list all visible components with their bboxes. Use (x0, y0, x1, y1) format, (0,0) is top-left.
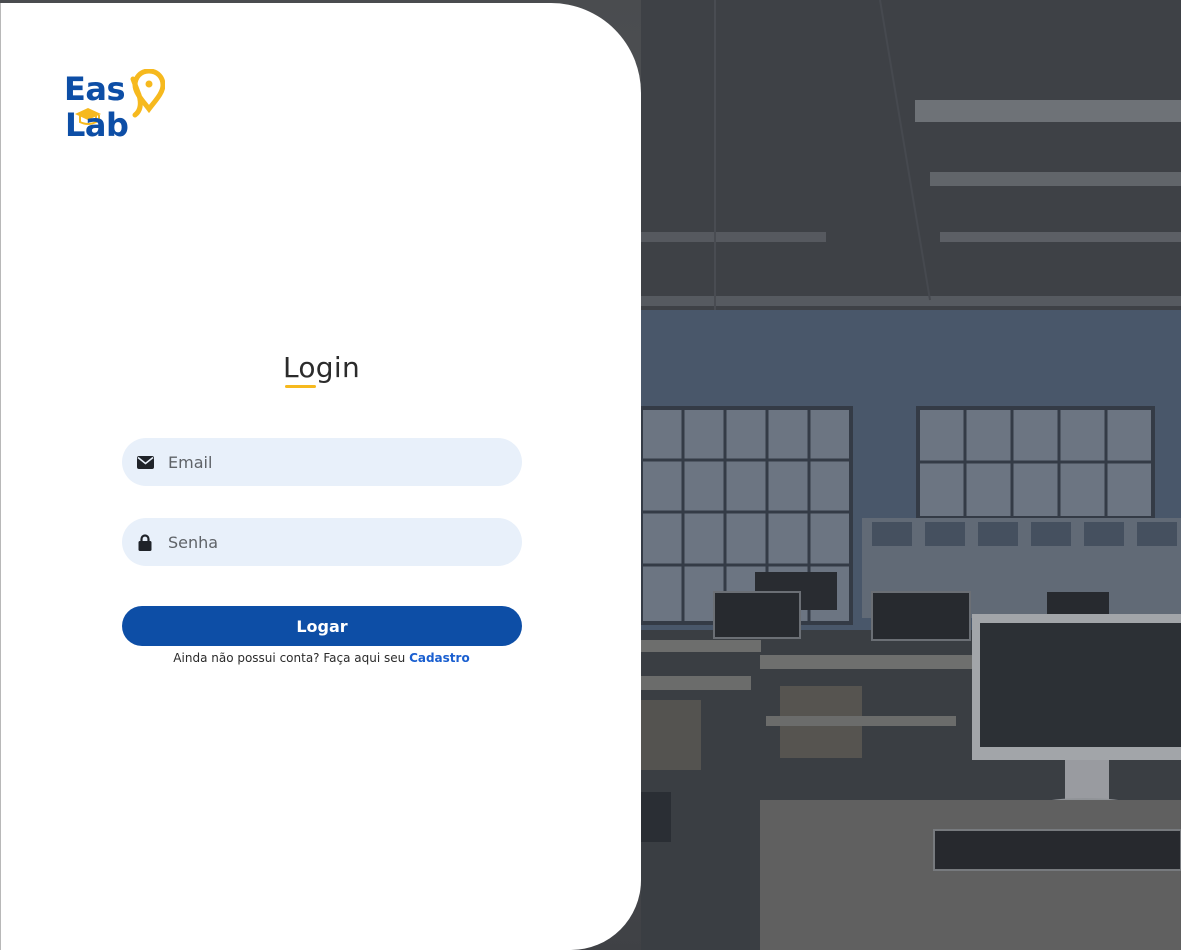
signup-prompt: Ainda não possui conta? Faça aqui seu Ca… (1, 651, 642, 665)
envelope-icon (122, 455, 168, 469)
login-button[interactable]: Logar (122, 606, 522, 646)
page-title: Login (282, 351, 361, 384)
easylab-logo: Eas Lab (64, 69, 165, 145)
password-field[interactable] (122, 518, 522, 566)
signup-link[interactable]: Cadastro (409, 651, 470, 665)
password-input[interactable] (168, 519, 508, 565)
map-pin-y-icon (130, 69, 165, 118)
logo-text-line2: Lab (65, 106, 129, 144)
email-field[interactable] (122, 438, 522, 486)
lock-icon (122, 533, 168, 551)
email-input[interactable] (168, 439, 508, 485)
logo-text-line1: Eas (64, 70, 126, 108)
login-panel: Eas Lab Login Email Logar Ainda não poss… (0, 3, 641, 950)
title-accent-underline (285, 385, 316, 388)
signup-prompt-text: Ainda não possui conta? Faça aqui seu (173, 651, 406, 665)
